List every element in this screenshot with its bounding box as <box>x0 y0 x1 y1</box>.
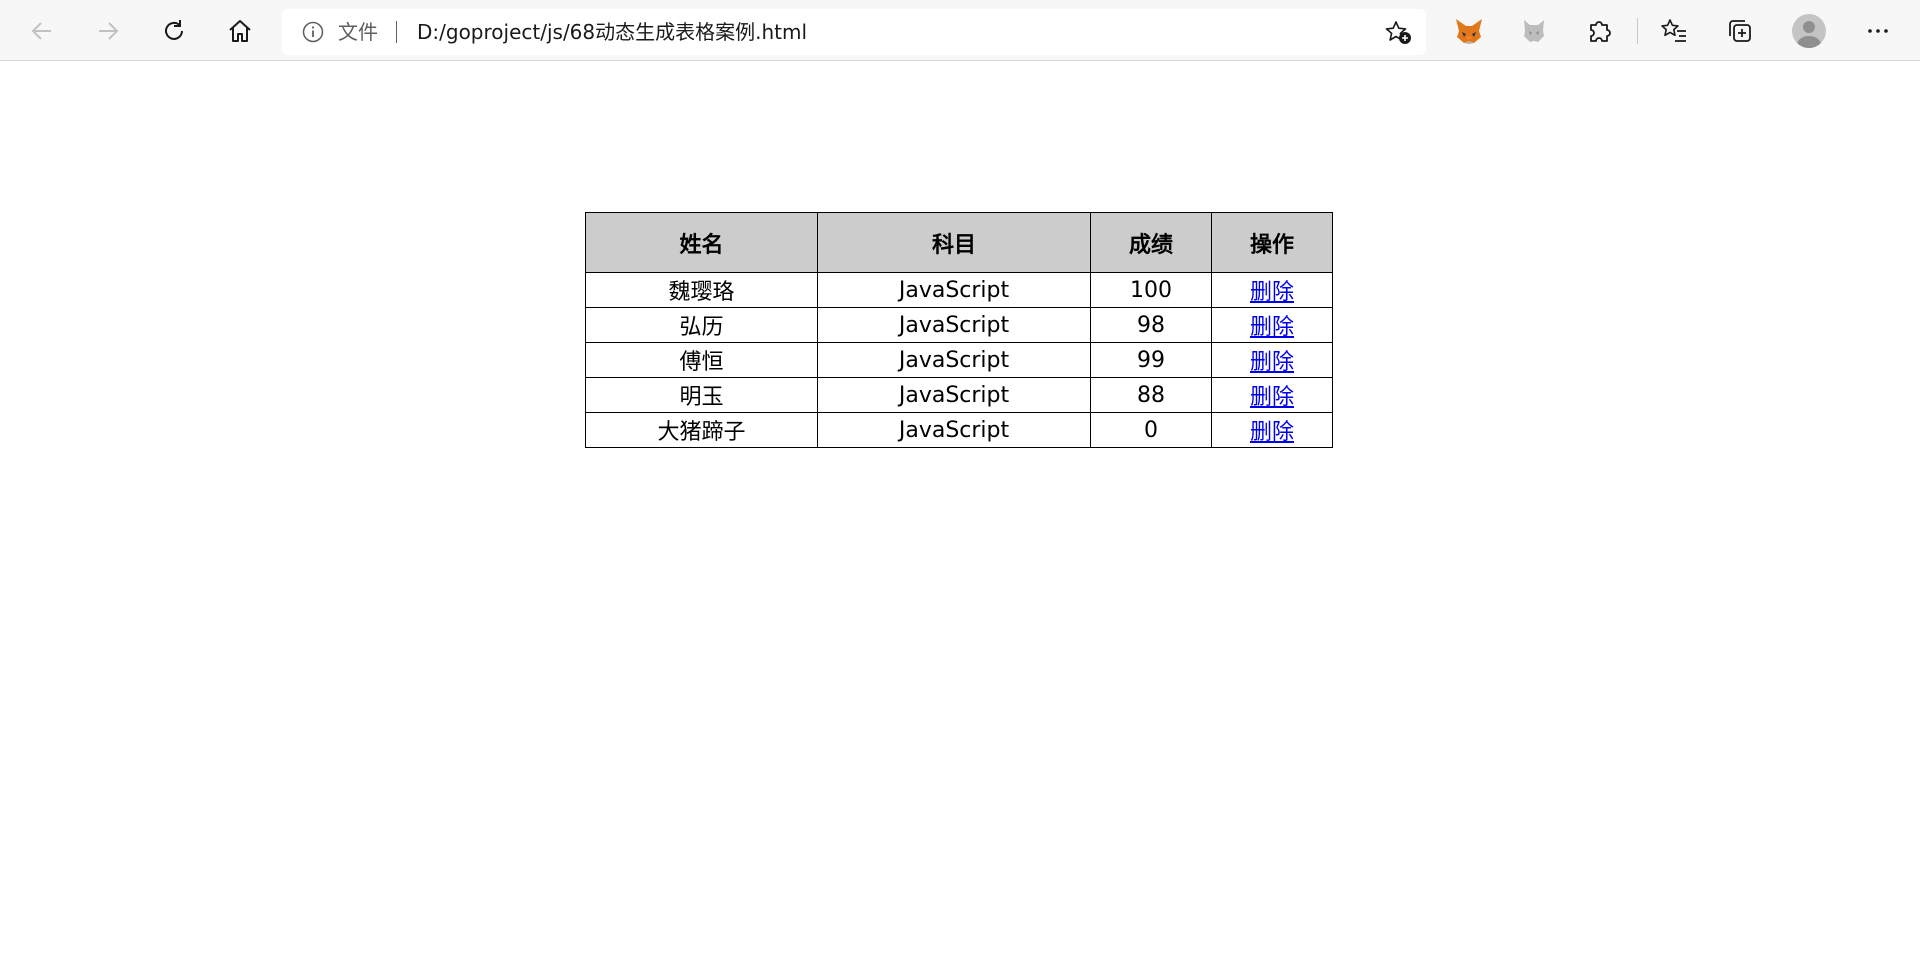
forward-button[interactable] <box>88 11 128 51</box>
add-favorite-icon[interactable] <box>1384 19 1414 47</box>
gray-fox-extension-icon <box>1524 20 1544 42</box>
cell-name: 魏璎珞 <box>585 272 818 308</box>
cell-name: 傅恒 <box>585 342 818 378</box>
delete-link[interactable]: 删除 <box>1250 350 1294 375</box>
table-row: 傅恒 JavaScript 99 删除 <box>585 342 1333 378</box>
cell-action: 删除 <box>1211 272 1333 308</box>
avatar-head-shape <box>1803 21 1815 33</box>
cell-name: 明玉 <box>585 377 818 413</box>
cell-score: 99 <box>1090 342 1212 378</box>
site-info-icon[interactable] <box>302 21 324 43</box>
fox-icon <box>1456 19 1482 44</box>
header-score: 成绩 <box>1090 212 1212 273</box>
page-content: 姓名 科目 成绩 操作 魏璎珞 JavaScript 100 删除 弘历 Jav… <box>0 61 1920 972</box>
address-bar[interactable]: 文件 D:/goproject/js/68动态生成表格案例.html <box>282 9 1426 55</box>
shield-extension-button[interactable] <box>1514 11 1554 51</box>
delete-link[interactable]: 删除 <box>1250 420 1294 445</box>
home-icon <box>229 20 251 42</box>
cell-score: 88 <box>1090 377 1212 413</box>
table-row: 魏璎珞 JavaScript 100 删除 <box>585 272 1333 308</box>
cell-action: 删除 <box>1211 342 1333 378</box>
cell-subject: JavaScript <box>817 307 1091 343</box>
table-row: 弘历 JavaScript 98 删除 <box>585 307 1333 343</box>
cell-action: 删除 <box>1211 377 1333 413</box>
refresh-button[interactable] <box>154 11 194 51</box>
back-arrow-icon <box>31 22 51 40</box>
extensions-button[interactable] <box>1580 11 1620 51</box>
more-menu-button[interactable] <box>1858 11 1898 51</box>
file-scheme-label: 文件 <box>338 20 378 44</box>
table-header-row: 姓名 科目 成绩 操作 <box>585 212 1333 273</box>
more-dots-icon <box>1868 29 1888 33</box>
cell-subject: JavaScript <box>817 272 1091 308</box>
avatar-body-shape <box>1797 36 1821 48</box>
cell-subject: JavaScript <box>817 342 1091 378</box>
cell-subject: JavaScript <box>817 377 1091 413</box>
back-button[interactable] <box>22 11 62 51</box>
cell-name: 大猪蹄子 <box>585 412 818 448</box>
cell-score: 0 <box>1090 412 1212 448</box>
header-name: 姓名 <box>585 212 818 273</box>
cell-action: 删除 <box>1211 412 1333 448</box>
cell-score: 100 <box>1090 272 1212 308</box>
delete-link[interactable]: 删除 <box>1250 315 1294 340</box>
address-divider <box>396 21 397 43</box>
table-row: 明玉 JavaScript 88 删除 <box>585 377 1333 413</box>
home-button[interactable] <box>220 11 260 51</box>
puzzle-icon <box>1590 21 1611 42</box>
cell-name: 弘历 <box>585 307 818 343</box>
collections-icon <box>1729 20 1751 42</box>
cell-score: 98 <box>1090 307 1212 343</box>
header-subject: 科目 <box>817 212 1091 273</box>
toolbar-separator <box>1637 18 1638 44</box>
cell-action: 删除 <box>1211 307 1333 343</box>
delete-link[interactable]: 删除 <box>1250 280 1294 305</box>
metamask-extension-button[interactable] <box>1449 11 1489 51</box>
header-action: 操作 <box>1211 212 1333 273</box>
cell-subject: JavaScript <box>817 412 1091 448</box>
favorites-button[interactable] <box>1654 11 1694 51</box>
favorites-list-icon <box>1661 19 1686 42</box>
collections-button[interactable] <box>1720 11 1760 51</box>
score-table: 姓名 科目 成绩 操作 魏璎珞 JavaScript 100 删除 弘历 Jav… <box>585 212 1333 448</box>
refresh-icon <box>165 20 183 40</box>
browser-toolbar: 文件 D:/goproject/js/68动态生成表格案例.html <box>0 0 1920 61</box>
forward-arrow-icon <box>99 22 119 40</box>
table-row: 大猪蹄子 JavaScript 0 删除 <box>585 412 1333 448</box>
url-text[interactable]: D:/goproject/js/68动态生成表格案例.html <box>417 20 807 44</box>
delete-link[interactable]: 删除 <box>1250 385 1294 410</box>
profile-avatar[interactable] <box>1792 14 1826 48</box>
